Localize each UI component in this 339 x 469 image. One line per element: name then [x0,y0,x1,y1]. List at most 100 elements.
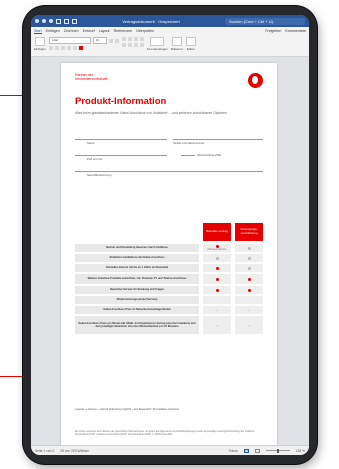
microphone-icon [171,37,182,46]
grow-font-icon[interactable] [108,38,113,43]
tablet-device: Vertragsdokument · Gespeichert Suchen (C… [23,6,317,464]
bold-icon[interactable] [48,46,53,50]
table-cell: — [235,306,263,314]
dictate-group[interactable]: Diktieren [171,37,183,51]
row-label: Bewohner-Service für Beratung und Fragen [75,286,199,294]
bullets-icon[interactable] [121,37,126,41]
focus-button[interactable]: Fokus [229,449,238,453]
included-mark-icon [247,277,251,281]
row-label: Modernisierungsschutz (Service) [75,296,199,304]
align-left-icon[interactable] [121,43,126,47]
tablet-screen: Vertragsdokument · Gespeichert Suchen (C… [31,15,309,455]
table-cell [235,274,263,284]
styles-group[interactable]: Formatvorlagen [147,37,168,51]
table-row: Bewohner-Service für Beratung und Fragen [75,286,263,294]
close-window-button[interactable] [35,19,39,23]
object-field[interactable] [75,171,263,172]
page-count[interactable]: Seite 1 von 2 [35,449,54,453]
table-cell [235,254,263,262]
font-color-icon[interactable] [78,46,83,50]
maximize-window-button[interactable] [49,19,53,23]
zoom-level[interactable]: 128 % [296,449,305,453]
print-layout-view-icon[interactable] [243,448,249,453]
zoom-slider-knob[interactable] [276,448,279,453]
search-box[interactable]: Suchen (Cmd + Ctrl + U) [225,17,305,25]
underline-icon[interactable] [60,46,65,50]
align-right-icon[interactable] [133,43,138,47]
tab-review[interactable]: Überprüfen [136,29,154,33]
optional-mark-icon [215,256,219,260]
undo-icon[interactable] [64,18,69,24]
included-mark-icon [215,288,219,292]
font-size-select[interactable]: 11 [92,37,107,44]
vodafone-logo [248,73,263,88]
paste-group[interactable]: Einfügen [34,37,46,51]
redo-icon[interactable] [72,18,77,24]
table-row: Einfaches Installations-Set Kabel-Anschl… [75,254,263,262]
window-titlebar: Vertragsdokument · Gespeichert Suchen (C… [31,15,309,27]
row-label: Schnelles Internet mit bis zu 1 Gbit/s i… [75,264,199,272]
paragraph-group [121,37,144,47]
editor-icon [185,37,196,46]
numbering-icon[interactable] [127,37,132,41]
table-cell [203,296,231,304]
zoom-slider[interactable] [265,448,290,453]
tab-layout[interactable]: Layout [99,29,110,33]
included-mark-icon [247,288,251,292]
legend: Legende: ● inklusive ○ optional (Zubuchu… [75,408,180,411]
street-field[interactable] [173,139,263,140]
editor-group[interactable]: Editor [185,37,196,51]
highlight-icon[interactable] [72,46,77,50]
footnote: Die Preise verstehen sich inklusive der … [75,431,255,436]
table-cell [203,286,231,294]
font-name-select[interactable]: Arial [48,37,91,44]
tab-start[interactable]: Start [34,29,42,34]
document-title: Produkt-Information [75,96,167,107]
tab-draw[interactable]: Zeichnen [64,29,79,33]
justify-icon[interactable] [139,43,144,47]
table-cell [235,244,263,252]
sort-icon[interactable] [139,37,144,41]
table-cell [235,286,263,294]
minimize-window-button[interactable] [42,19,46,23]
shrink-font-icon[interactable] [114,38,119,43]
tab-design[interactable]: Entwurf [83,29,95,33]
table-row: Betrieb und Einstellung Hausnetz durch V… [75,244,263,252]
word-count[interactable]: 25 von 229 Wörtern [60,449,89,453]
table-row: Schnelles Internet mit bis zu 1 Gbit/s i… [75,264,263,272]
align-center-icon[interactable] [127,43,132,47]
not-included-mark-icon: — [215,308,219,312]
unit-count-field[interactable] [181,155,195,156]
included-mark-icon [215,266,219,270]
dictate-label: Diktieren [170,47,183,51]
table-cell: — [203,306,231,314]
street-label: Straße und Hausnummer [173,141,205,145]
table-cell [203,264,231,272]
tab-insert[interactable]: Einfügen [46,29,60,33]
comparison-table: Betrieb und Einstellung Hausnetz durch V… [75,244,263,336]
table-cell [203,254,231,262]
document-page[interactable]: Partner der Immobilienwirtschaft Produkt… [61,63,277,445]
ribbon-toolbar: Einfügen Arial 11 Formatvorlagen Diktier… [31,35,309,57]
optional-mark-icon [247,266,251,270]
table-row: Modernisierungsschutz (Service) [75,296,263,304]
table-cell [203,274,231,284]
clipboard-icon [34,37,45,46]
indent-icon[interactable] [133,37,138,41]
not-included-mark-icon: — [247,308,251,312]
save-icon[interactable] [56,18,61,24]
row-label: Kabel-Anschluss Preis pro Monat inkl. Mw… [75,316,199,334]
zip-city-field[interactable] [75,155,167,156]
table-cell [235,264,263,272]
row-label: Weitere Vodafone-Produkte zubuchbar, z.B… [75,274,199,284]
document-area[interactable]: Partner der Immobilienwirtschaft Produkt… [31,57,309,445]
italic-icon[interactable] [54,46,59,50]
name-field[interactable] [75,139,167,140]
not-included-mark-icon: — [215,323,219,327]
share-button[interactable]: Freigeben [265,29,281,33]
strikethrough-icon[interactable] [66,46,71,50]
comments-button[interactable]: Kommentare [285,29,306,33]
web-layout-view-icon[interactable] [254,448,260,453]
tab-references[interactable]: Referenzen [114,29,133,33]
column-head-supply: Versorgungs-vereinbarung [235,223,263,241]
